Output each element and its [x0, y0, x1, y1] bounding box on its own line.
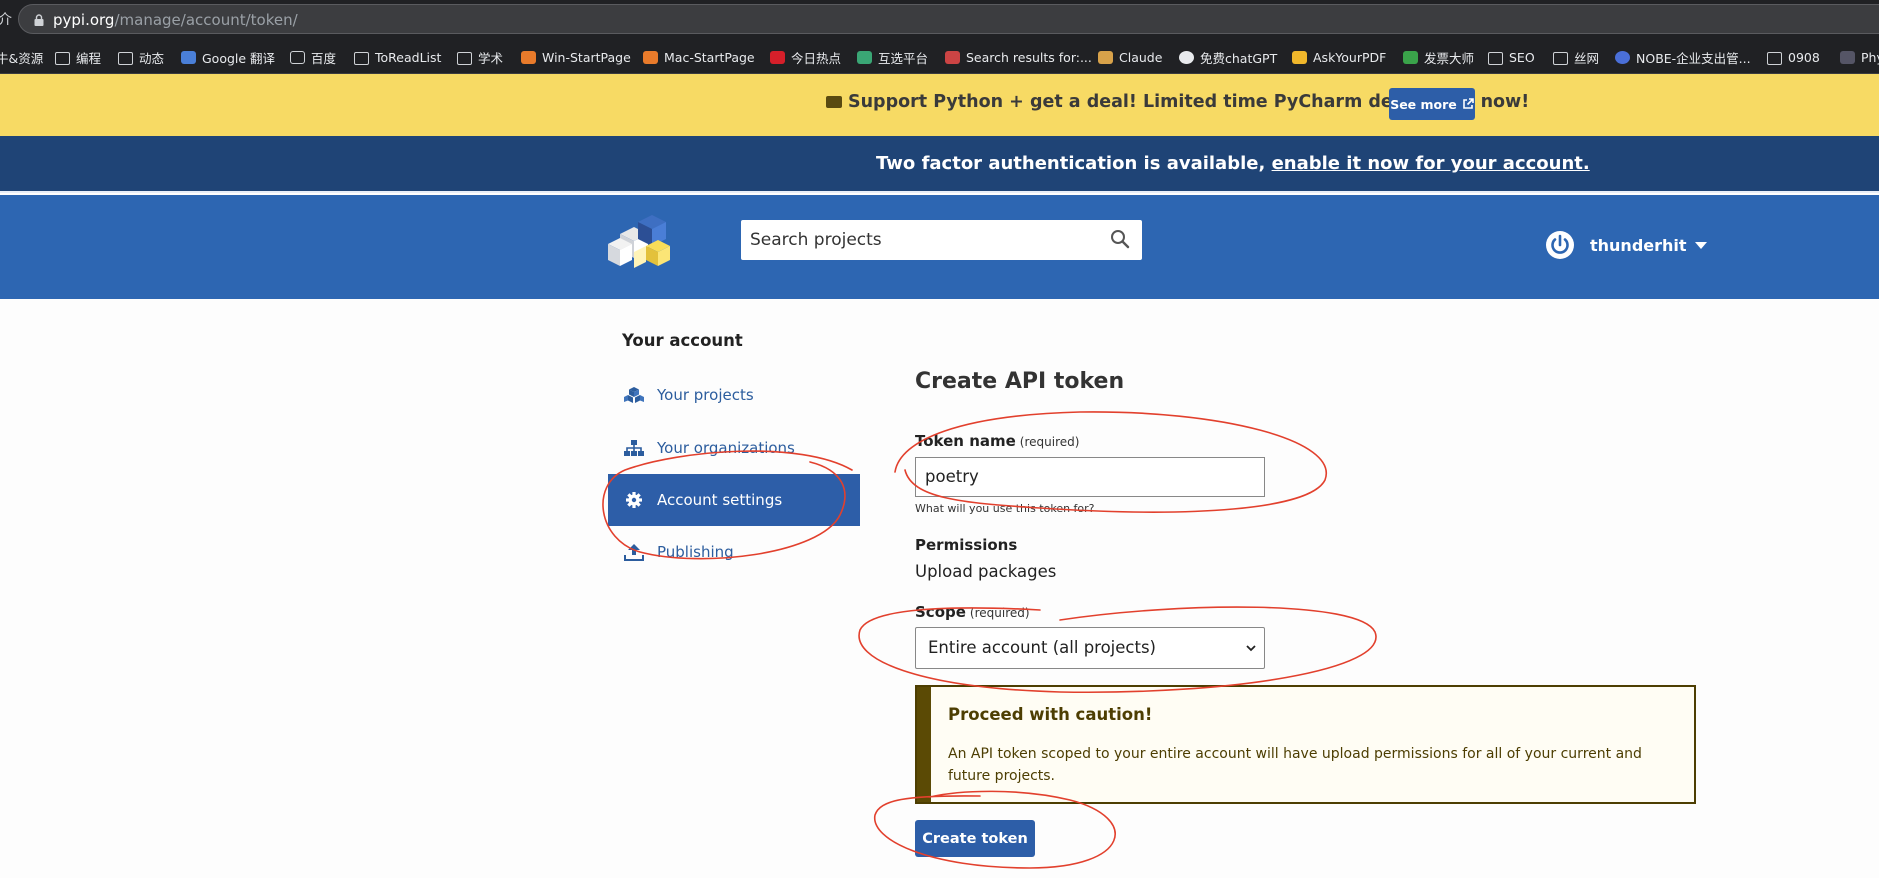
folder-icon — [354, 51, 369, 65]
scope-value: Entire account (all projects) — [928, 638, 1156, 657]
token-name-value: poetry — [925, 467, 979, 486]
bookmark-item[interactable]: 编程 — [55, 47, 101, 67]
sponsor-icon — [826, 96, 842, 108]
sidebar-item-label: Your organizations — [657, 439, 795, 457]
bookmark-item[interactable]: AskYourPDF — [1292, 47, 1386, 67]
pypi-logo[interactable] — [606, 212, 674, 270]
token-name-field[interactable]: poetry — [915, 457, 1265, 497]
enable-2fa-link[interactable]: enable it now for your account. — [1272, 153, 1590, 174]
baidu-icon — [290, 50, 305, 64]
upload-icon — [624, 544, 644, 561]
bookmark-item[interactable]: Phy — [1840, 47, 1879, 67]
bookmark-item[interactable]: 互选平台 — [857, 47, 928, 67]
url-text: pypi.org/manage/account/token/ — [53, 11, 298, 29]
username: thunderhit — [1590, 235, 1687, 255]
bookmark-item[interactable]: 牛&资源 — [0, 47, 43, 67]
page-title: Create API token — [915, 369, 1125, 394]
site-icon — [1840, 50, 1855, 64]
nav-glyph: 介 — [0, 12, 12, 28]
chevron-down-icon — [1246, 645, 1256, 652]
sidebar-title: Your account — [622, 331, 743, 350]
chevron-down-icon — [1694, 241, 1707, 249]
token-name-help: What will you use this token for? — [915, 502, 1095, 515]
sidebar-item-account-settings[interactable]: Account settings — [608, 474, 860, 526]
address-field[interactable]: pypi.org/manage/account/token/ — [18, 4, 1879, 34]
bookmark-item[interactable]: 免费chatGPT — [1179, 47, 1277, 67]
bookmark-item[interactable]: 丝网 — [1553, 47, 1599, 67]
caution-callout: Proceed with caution! An API token scope… — [915, 685, 1696, 804]
bookmark-item[interactable]: ToReadList — [354, 47, 441, 67]
cubes-icon — [624, 387, 644, 403]
two-factor-text: Two factor authentication is available, — [876, 153, 1272, 174]
create-token-button[interactable]: Create token — [915, 820, 1035, 857]
sidebar-item-organizations[interactable]: Your organizations — [608, 422, 860, 474]
bookmark-item[interactable]: 0908 — [1767, 47, 1820, 67]
google-translate-icon — [181, 50, 196, 64]
bookmark-item[interactable]: SEO — [1488, 47, 1535, 67]
user-menu[interactable]: thunderhit — [1544, 229, 1707, 261]
home-icon — [643, 50, 658, 64]
globe-icon — [1179, 50, 1194, 64]
bookmark-item[interactable]: Claude — [1098, 47, 1162, 67]
sidebar-item-label: Your projects — [657, 386, 754, 404]
caution-body: An API token scoped to your entire accou… — [948, 746, 1642, 784]
folder-icon — [1488, 51, 1503, 65]
external-link-icon — [1462, 98, 1474, 109]
claude-icon — [1098, 50, 1113, 64]
folder-icon — [118, 51, 133, 65]
gear-icon — [626, 492, 642, 508]
pdf-icon — [1292, 50, 1307, 64]
browser-url-bar: 介 pypi.org/manage/account/token/ — [0, 0, 1879, 38]
token-name-label: Token name (required) — [915, 432, 1080, 450]
required-note: (required) — [1019, 435, 1080, 449]
folder-icon — [457, 51, 472, 65]
bookmark-item[interactable]: 今日热点 — [770, 47, 841, 67]
bookmark-item[interactable]: 百度 — [290, 47, 336, 67]
folder-icon — [1767, 51, 1782, 65]
bookmark-item[interactable]: Google 翻译 — [181, 47, 275, 67]
sidebar-item-publishing[interactable]: Publishing — [608, 526, 860, 578]
sidebar-item-label: Publishing — [657, 543, 734, 561]
scope-select[interactable]: Entire account (all projects) — [915, 627, 1265, 669]
invoice-icon — [1403, 50, 1418, 64]
x-logo-icon — [857, 50, 872, 64]
search-input[interactable]: Search projects — [741, 220, 1142, 260]
permissions-label: Permissions — [915, 536, 1018, 554]
folder-icon — [1553, 51, 1568, 65]
bookmark-item[interactable]: Win-StartPage — [521, 47, 631, 67]
caution-title: Proceed with caution! — [948, 705, 1153, 724]
bookmarks-bar: 牛&资源 编程 动态 Google 翻译 百度 ToReadList 学术 Wi… — [0, 38, 1879, 74]
two-factor-banner: Two factor authentication is available, … — [0, 136, 1879, 193]
nobe-icon — [1615, 50, 1630, 64]
home-icon — [521, 50, 536, 64]
permissions-value: Upload packages — [915, 562, 1057, 581]
bookmark-item[interactable]: NOBE-企业支出管... — [1615, 47, 1751, 67]
bookmark-item[interactable]: 学术 — [457, 47, 503, 67]
scope-label: Scope (required) — [915, 603, 1030, 621]
promo-banner: Support Python + get a deal! Limited tim… — [0, 74, 1879, 136]
search-placeholder: Search projects — [750, 230, 882, 250]
bookmark-item[interactable]: 发票大师 — [1403, 47, 1474, 67]
bookmark-item[interactable]: Search results for:... — [945, 47, 1092, 67]
site-icon — [945, 50, 960, 64]
required-note: (required) — [969, 606, 1030, 620]
search-icon[interactable] — [1110, 229, 1130, 249]
power-icon — [1546, 231, 1574, 259]
callout-accent — [917, 687, 931, 802]
sidebar-item-projects[interactable]: Your projects — [608, 369, 860, 421]
bookmark-item[interactable]: 动态 — [118, 47, 164, 67]
folder-icon — [55, 51, 70, 65]
r-logo-icon — [770, 50, 785, 64]
lock-icon — [34, 14, 44, 26]
bookmark-item[interactable]: Mac-StartPage — [643, 47, 755, 67]
sidebar-item-label: Account settings — [657, 491, 783, 509]
see-more-button[interactable]: See more — [1389, 88, 1475, 120]
sitemap-icon — [624, 440, 644, 456]
